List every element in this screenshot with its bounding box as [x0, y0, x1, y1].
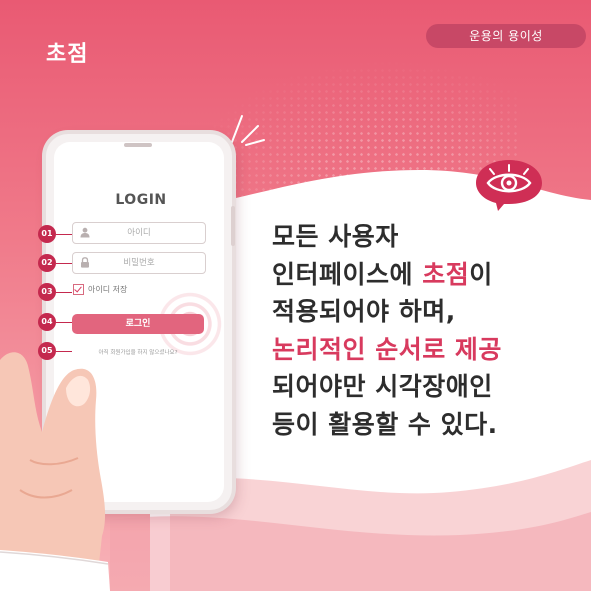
sparkle-lines	[231, 115, 265, 146]
remember-id-option[interactable]: 아이디 저장	[73, 284, 127, 295]
phone-speaker	[124, 143, 152, 147]
password-placeholder: 비밀번호	[123, 258, 155, 268]
id-placeholder: 아이디	[127, 228, 151, 238]
eye-icon	[476, 160, 542, 211]
step-badge-04: 04	[38, 313, 72, 331]
message-line-2-accent: 초점	[422, 259, 470, 289]
category-badge: 운용의 용이성	[426, 24, 586, 48]
infographic-card: 초점 운용의 용이성 모든 사용자 인터페이스에 초점이 적용되어야 하며, 논…	[0, 0, 591, 591]
message-line-2: 인터페이스에 초점이	[272, 256, 502, 294]
phone-side-button	[231, 206, 235, 246]
checkbox-icon[interactable]	[73, 284, 84, 295]
step-badge-03: 03	[38, 283, 72, 301]
password-field[interactable]: 비밀번호	[72, 252, 206, 274]
message-line-1: 모든 사용자	[272, 222, 399, 251]
message-line-5: 되어야만 시각장애인	[272, 372, 493, 401]
page-title: 초점	[46, 42, 89, 67]
remember-id-label: 아이디 저장	[88, 285, 128, 294]
message-line-2-pre: 인터페이스에	[272, 259, 423, 289]
hand-illustration	[0, 352, 110, 591]
login-title: LOGIN	[115, 192, 167, 208]
step-badge-02: 02	[38, 254, 72, 272]
main-message: 모든 사용자 인터페이스에 초점이 적용되어야 하며, 논리적인 순서로 제공 …	[272, 218, 502, 443]
message-line-4: 논리적인 순서로 제공	[272, 334, 502, 364]
message-line-6: 등이 활용할 수 있다.	[272, 409, 498, 439]
message-line-2-post: 이	[469, 259, 493, 289]
step-badge-01: 01	[38, 225, 72, 243]
id-field[interactable]: 아이디	[72, 222, 206, 244]
message-line-3: 적용되어야 하며,	[272, 297, 456, 326]
login-button[interactable]: 로그인	[72, 314, 204, 334]
